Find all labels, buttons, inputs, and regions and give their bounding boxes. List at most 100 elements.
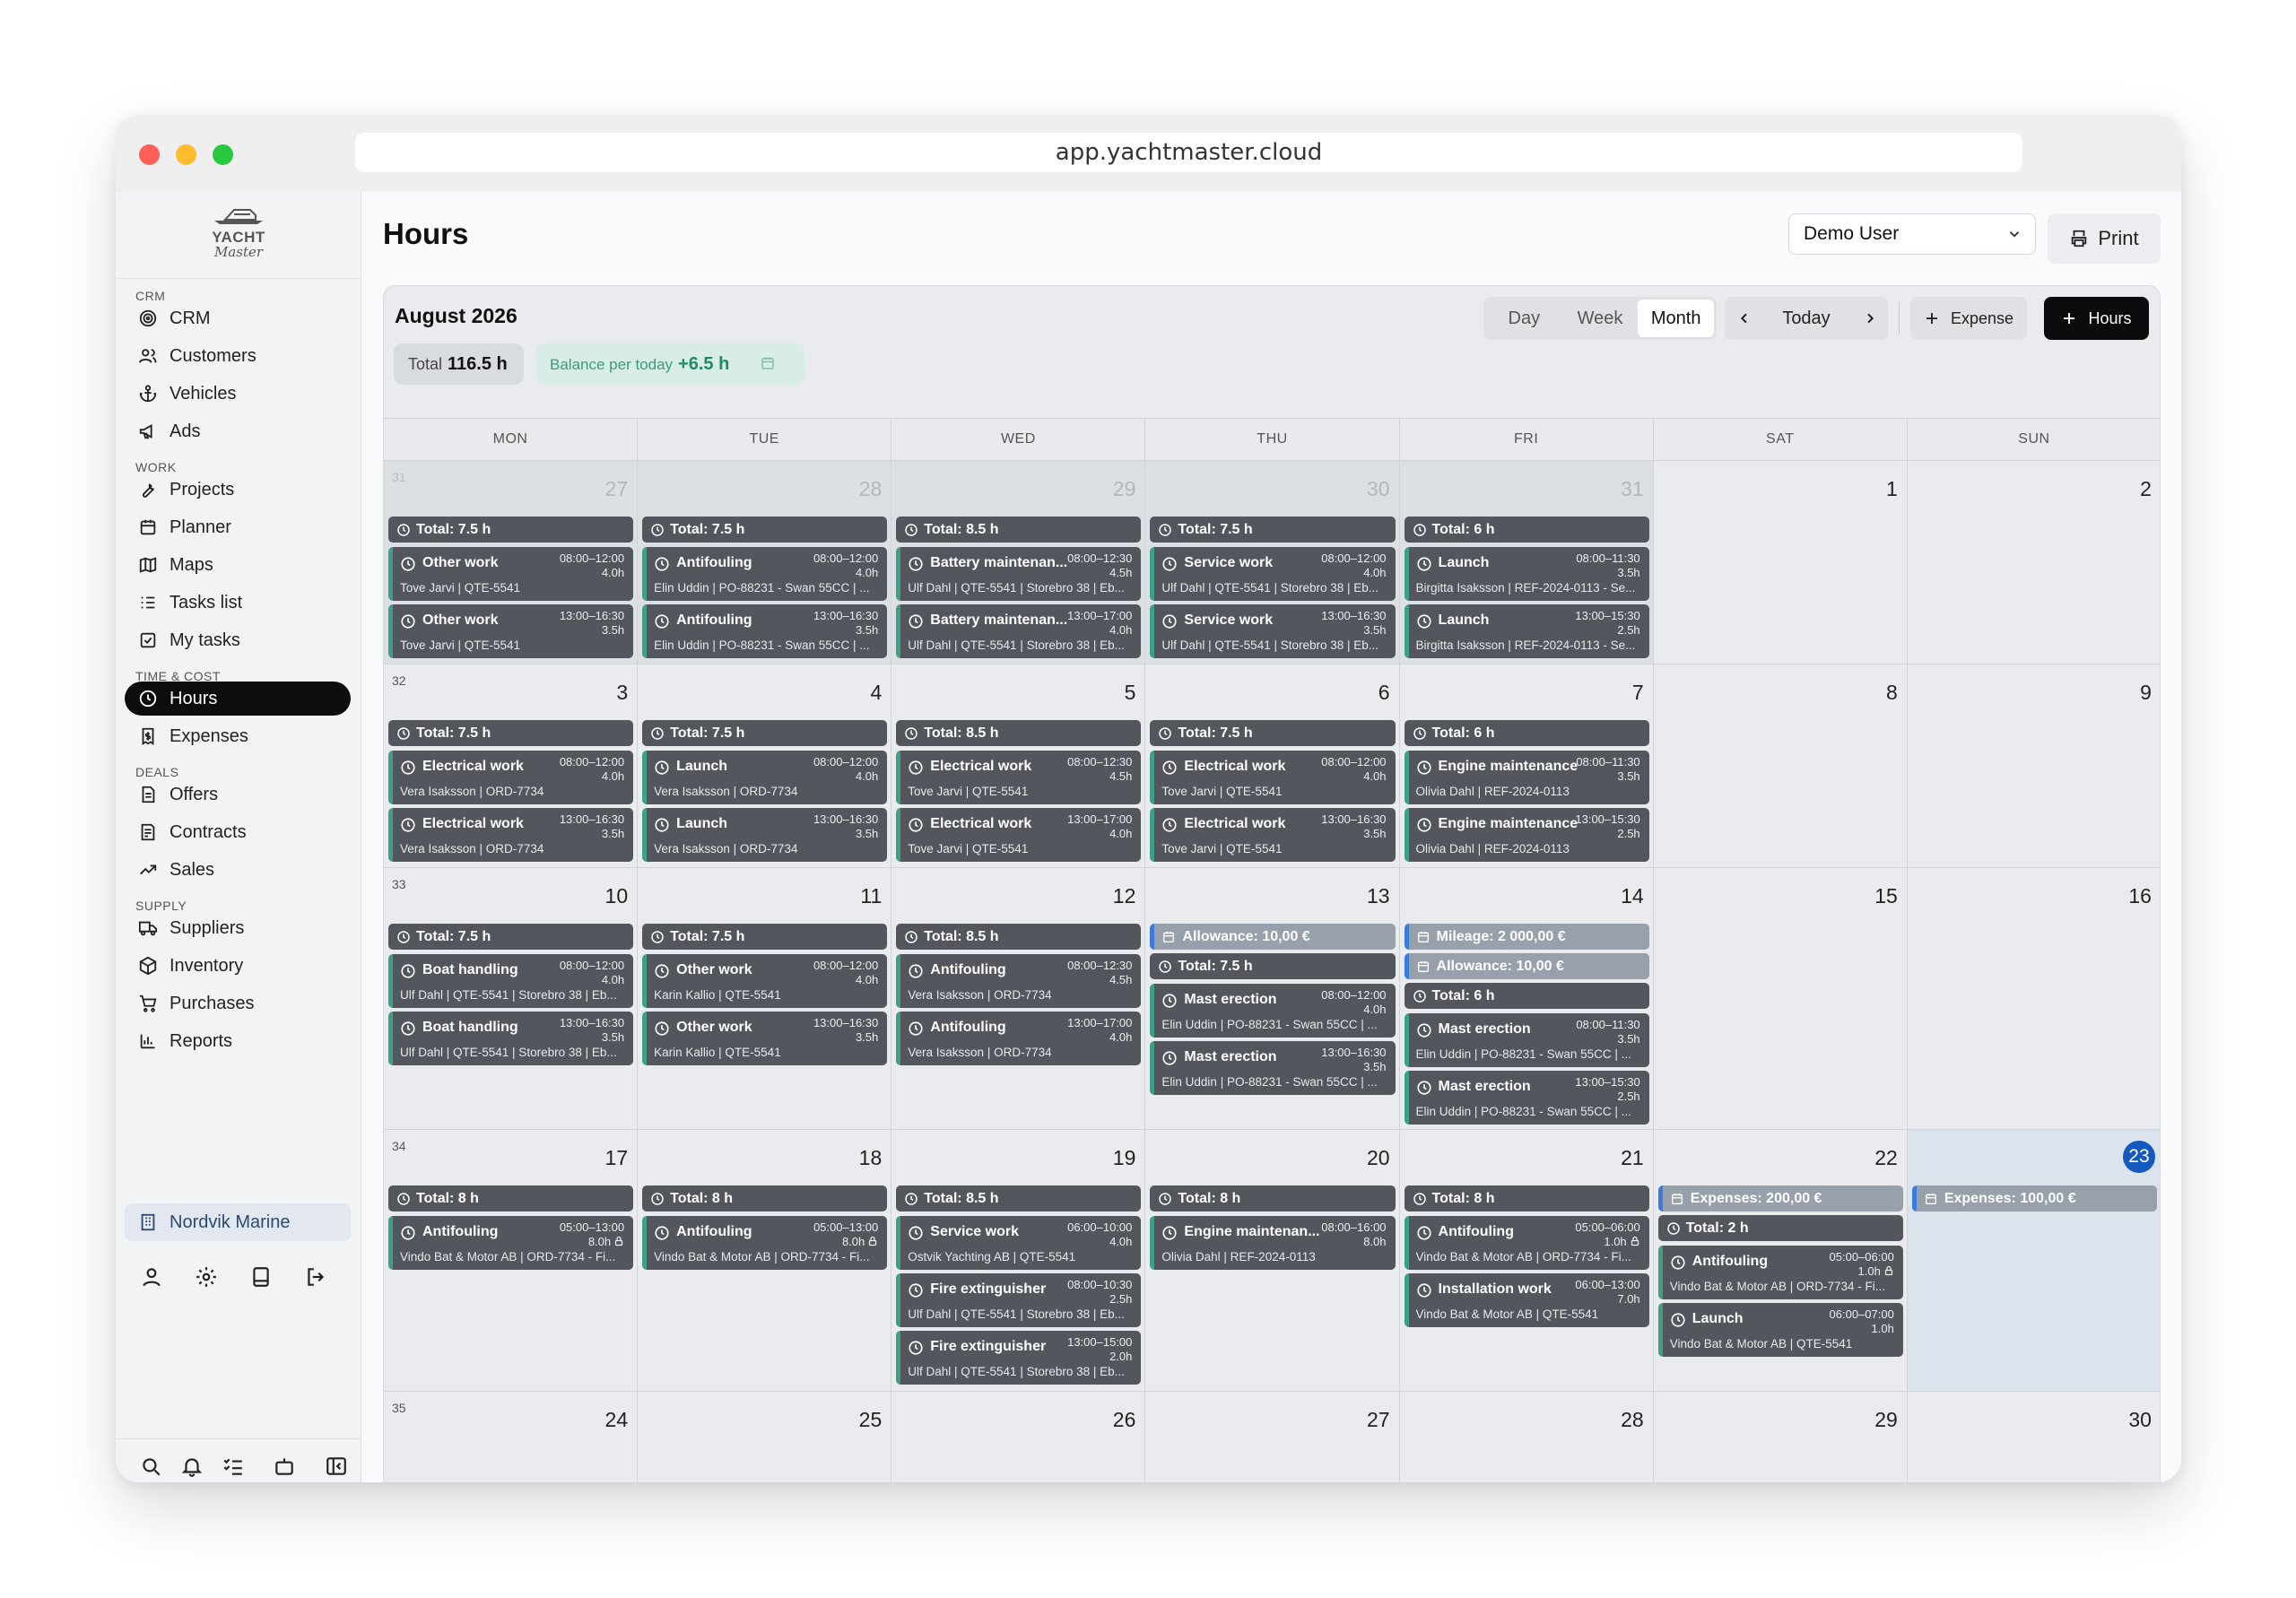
day-cell[interactable]: 1 (1653, 461, 1908, 664)
sidebar-item-projects[interactable]: Projects (125, 473, 351, 507)
day-cell[interactable]: 34 17 Total: 8 h Antifouling 05:00–13:00 8.0h… (384, 1130, 639, 1392)
day-cell[interactable]: 9 (1907, 664, 2160, 868)
sidebar-item-maps[interactable]: Maps (125, 548, 351, 582)
hours-entry[interactable]: Engine maintenance 13:00–15:30 2.5h Olivia … (1404, 808, 1649, 862)
day-cell[interactable]: 25 (638, 1392, 892, 1482)
hours-entry[interactable]: Other work 08:00–12:00 4.0h Tove Jarvi | QT… (388, 547, 634, 601)
day-cell[interactable]: 32 3 Total: 7.5 h Electrical work 08:00–12:0… (384, 664, 639, 868)
expense-chip[interactable]: Mileage: 2 000,00 € (1404, 924, 1649, 950)
hours-entry[interactable]: Antifouling 05:00–06:00 1.0h Vindo Bat & Mo… (1404, 1216, 1649, 1270)
day-cell[interactable]: 28 (1399, 1392, 1654, 1482)
add-expense-button[interactable]: Expense (1910, 297, 2027, 340)
hours-entry[interactable]: Electrical work 13:00–17:00 4.0h Tove Jarvi… (896, 808, 1142, 862)
task-list-icon[interactable] (222, 1455, 245, 1478)
organization-switcher[interactable]: Nordvik Marine (125, 1203, 351, 1241)
day-cell[interactable]: 29 (1653, 1392, 1908, 1482)
sidebar-item-hours[interactable]: Hours (125, 682, 351, 716)
day-cell[interactable]: 22 Expenses: 200,00 € Total: 2 h Antifoulin… (1653, 1130, 1908, 1392)
view-month-button[interactable]: Month (1638, 300, 1715, 337)
hours-entry[interactable]: Mast erection 08:00–11:30 3.5h Elin Uddin |… (1404, 1013, 1649, 1067)
hours-entry[interactable]: Boat handling 13:00–16:30 3.5h Ulf Dahl | Q… (388, 1012, 634, 1065)
previous-button[interactable] (1725, 297, 1761, 340)
hours-entry[interactable]: Antifouling 05:00–13:00 8.0h Vindo Bat & Mo… (388, 1216, 634, 1270)
hours-entry[interactable]: Electrical work 08:00–12:30 4.5h Tove Jarvi… (896, 751, 1142, 804)
day-cell[interactable]: 35 24 (384, 1392, 639, 1482)
day-cell[interactable]: 7 Total: 6 h Engine maintenance 08:00–11:30… (1399, 664, 1654, 868)
day-cell[interactable]: 20 Total: 8 h Engine maintenan... 08:00–16:… (1145, 1130, 1400, 1392)
minimize-window-button[interactable] (176, 144, 196, 165)
hours-entry[interactable]: Mast erection 13:00–15:30 2.5h Elin Uddin |… (1404, 1071, 1649, 1125)
hours-entry[interactable]: Launch 06:00–07:00 1.0h Vindo Bat & Motor A… (1657, 1303, 1903, 1357)
hours-entry[interactable]: Fire extinguisher 08:00–10:30 2.5h Ulf Dahl… (896, 1273, 1142, 1327)
print-button[interactable]: Print (2048, 213, 2161, 264)
sidebar-item-expenses[interactable]: Expenses (125, 719, 351, 753)
hours-entry[interactable]: Antifouling 13:00–16:30 3.5h Elin Uddin | P… (642, 604, 888, 658)
sidebar-item-planner[interactable]: Planner (125, 510, 351, 544)
day-cell[interactable]: 15 (1653, 868, 1908, 1130)
day-cell[interactable]: 2 (1907, 461, 2160, 664)
hours-entry[interactable]: Electrical work 08:00–12:00 4.0h Tove Jarvi… (1150, 751, 1396, 804)
hours-entry[interactable]: Other work 08:00–12:00 4.0h Karin Kallio | … (642, 954, 888, 1008)
day-cell[interactable]: 14 Mileage: 2 000,00 € Allowance: 10,00 € T… (1399, 868, 1654, 1130)
hours-entry[interactable]: Launch 08:00–12:00 4.0h Vera Isaksson | ORD… (642, 751, 888, 804)
hours-entry[interactable]: Installation work 06:00–13:00 7.0h Vindo Ba… (1404, 1273, 1649, 1327)
day-cell[interactable]: 12 Total: 8.5 h Antifouling 08:00–12:30 4.5h… (891, 868, 1146, 1130)
day-cell[interactable]: 30 Total: 7.5 h Service work 08:00–12:00 4.0… (1145, 461, 1400, 664)
day-cell[interactable]: 6 Total: 7.5 h Electrical work 08:00–12:00 4… (1145, 664, 1400, 868)
hours-entry[interactable]: Engine maintenan... 08:00–16:00 8.0h Olivia… (1150, 1216, 1396, 1270)
sidebar-item-offers[interactable]: Offers (125, 777, 351, 812)
hours-entry[interactable]: Antifouling 08:00–12:00 4.0h Elin Uddin | P… (642, 547, 888, 601)
sidebar-item-customers[interactable]: Customers (125, 339, 351, 373)
add-hours-button[interactable]: Hours (2044, 297, 2149, 340)
day-cell[interactable]: 5 Total: 8.5 h Electrical work 08:00–12:30 4… (891, 664, 1146, 868)
hours-entry[interactable]: Service work 13:00–16:30 3.5h Ulf Dahl | QT… (1150, 604, 1396, 658)
hours-entry[interactable]: Launch 13:00–16:30 3.5h Vera Isaksson | ORD… (642, 808, 888, 862)
hours-entry[interactable]: Electrical work 13:00–16:30 3.5h Tove Jarvi… (1150, 808, 1396, 862)
day-cell[interactable]: 27 (1145, 1392, 1400, 1482)
maximize-window-button[interactable] (213, 144, 233, 165)
sidebar-item-suppliers[interactable]: Suppliers (125, 911, 351, 945)
hours-entry[interactable]: Battery maintenan... 13:00–17:00 4.0h Ulf D… (896, 604, 1142, 658)
tablet-icon[interactable] (249, 1265, 273, 1289)
yachtmaster-logo[interactable]: YACHT Master (116, 206, 361, 260)
day-cell[interactable]: 26 (891, 1392, 1146, 1482)
expense-chip[interactable]: Allowance: 10,00 € (1404, 953, 1649, 979)
next-button[interactable] (1852, 297, 1888, 340)
hours-entry[interactable]: Engine maintenance 08:00–11:30 3.5h Olivia … (1404, 751, 1649, 804)
view-day-button[interactable]: Day (1486, 300, 1562, 337)
day-cell[interactable]: 31 27 Total: 7.5 h Other work 08:00–12:00 4.0… (384, 461, 639, 664)
close-window-button[interactable] (139, 144, 160, 165)
today-button[interactable]: Today (1761, 297, 1852, 340)
sidebar-item-crm[interactable]: CRM (125, 301, 351, 335)
hours-entry[interactable]: Electrical work 08:00–12:00 4.0h Vera Isaks… (388, 751, 634, 804)
hours-entry[interactable]: Antifouling 13:00–17:00 4.0h Vera Isaksson … (896, 1012, 1142, 1065)
hours-entry[interactable]: Other work 13:00–16:30 3.5h Karin Kallio | … (642, 1012, 888, 1065)
day-cell[interactable]: 11 Total: 7.5 h Other work 08:00–12:00 4.0h K… (638, 868, 892, 1130)
hours-entry[interactable]: Mast erection 08:00–12:00 4.0h Elin Uddin |… (1150, 984, 1396, 1038)
hours-entry[interactable]: Fire extinguisher 13:00–15:00 2.0h Ulf Dahl… (896, 1331, 1142, 1385)
sidebar-item-reports[interactable]: Reports (125, 1024, 351, 1058)
day-cell[interactable]: 8 (1653, 664, 1908, 868)
day-cell[interactable]: 23 Expenses: 100,00 € (1907, 1130, 2160, 1392)
bell-icon[interactable] (180, 1455, 204, 1478)
day-cell[interactable]: 33 10 Total: 7.5 h Boat handling 08:00–12:00… (384, 868, 639, 1130)
hours-entry[interactable]: Electrical work 13:00–16:30 3.5h Vera Isaks… (388, 808, 634, 862)
sidebar-item-purchases[interactable]: Purchases (125, 986, 351, 1020)
hours-entry[interactable]: Battery maintenan... 08:00–12:30 4.5h Ulf D… (896, 547, 1142, 601)
day-cell[interactable]: 29 Total: 8.5 h Battery maintenan... 08:00–… (891, 461, 1146, 664)
view-week-button[interactable]: Week (1562, 300, 1639, 337)
balance-badge[interactable]: Balance per today +6.5 h (535, 343, 804, 385)
hours-entry[interactable]: Antifouling 05:00–06:00 1.0h Vindo Bat & Mo… (1657, 1246, 1903, 1299)
sidebar-item-contracts[interactable]: Contracts (125, 815, 351, 849)
profile-icon[interactable] (140, 1265, 163, 1289)
expense-chip[interactable]: Expenses: 100,00 € (1911, 1185, 2157, 1212)
sidebar-item-my-tasks[interactable]: My tasks (125, 623, 351, 657)
hours-entry[interactable]: Other work 13:00–16:30 3.5h Tove Jarvi | QT… (388, 604, 634, 658)
search-icon[interactable] (139, 1455, 162, 1478)
logout-icon[interactable] (304, 1265, 327, 1289)
sidebar-item-tasks-list[interactable]: Tasks list (125, 586, 351, 620)
day-cell[interactable]: 19 Total: 8.5 h Service work 06:00–10:00 4.0… (891, 1130, 1146, 1392)
user-select[interactable]: Demo User (1788, 213, 2036, 255)
day-cell[interactable]: 4 Total: 7.5 h Launch 08:00–12:00 4.0h Vera I… (638, 664, 892, 868)
bot-icon[interactable] (273, 1455, 296, 1478)
